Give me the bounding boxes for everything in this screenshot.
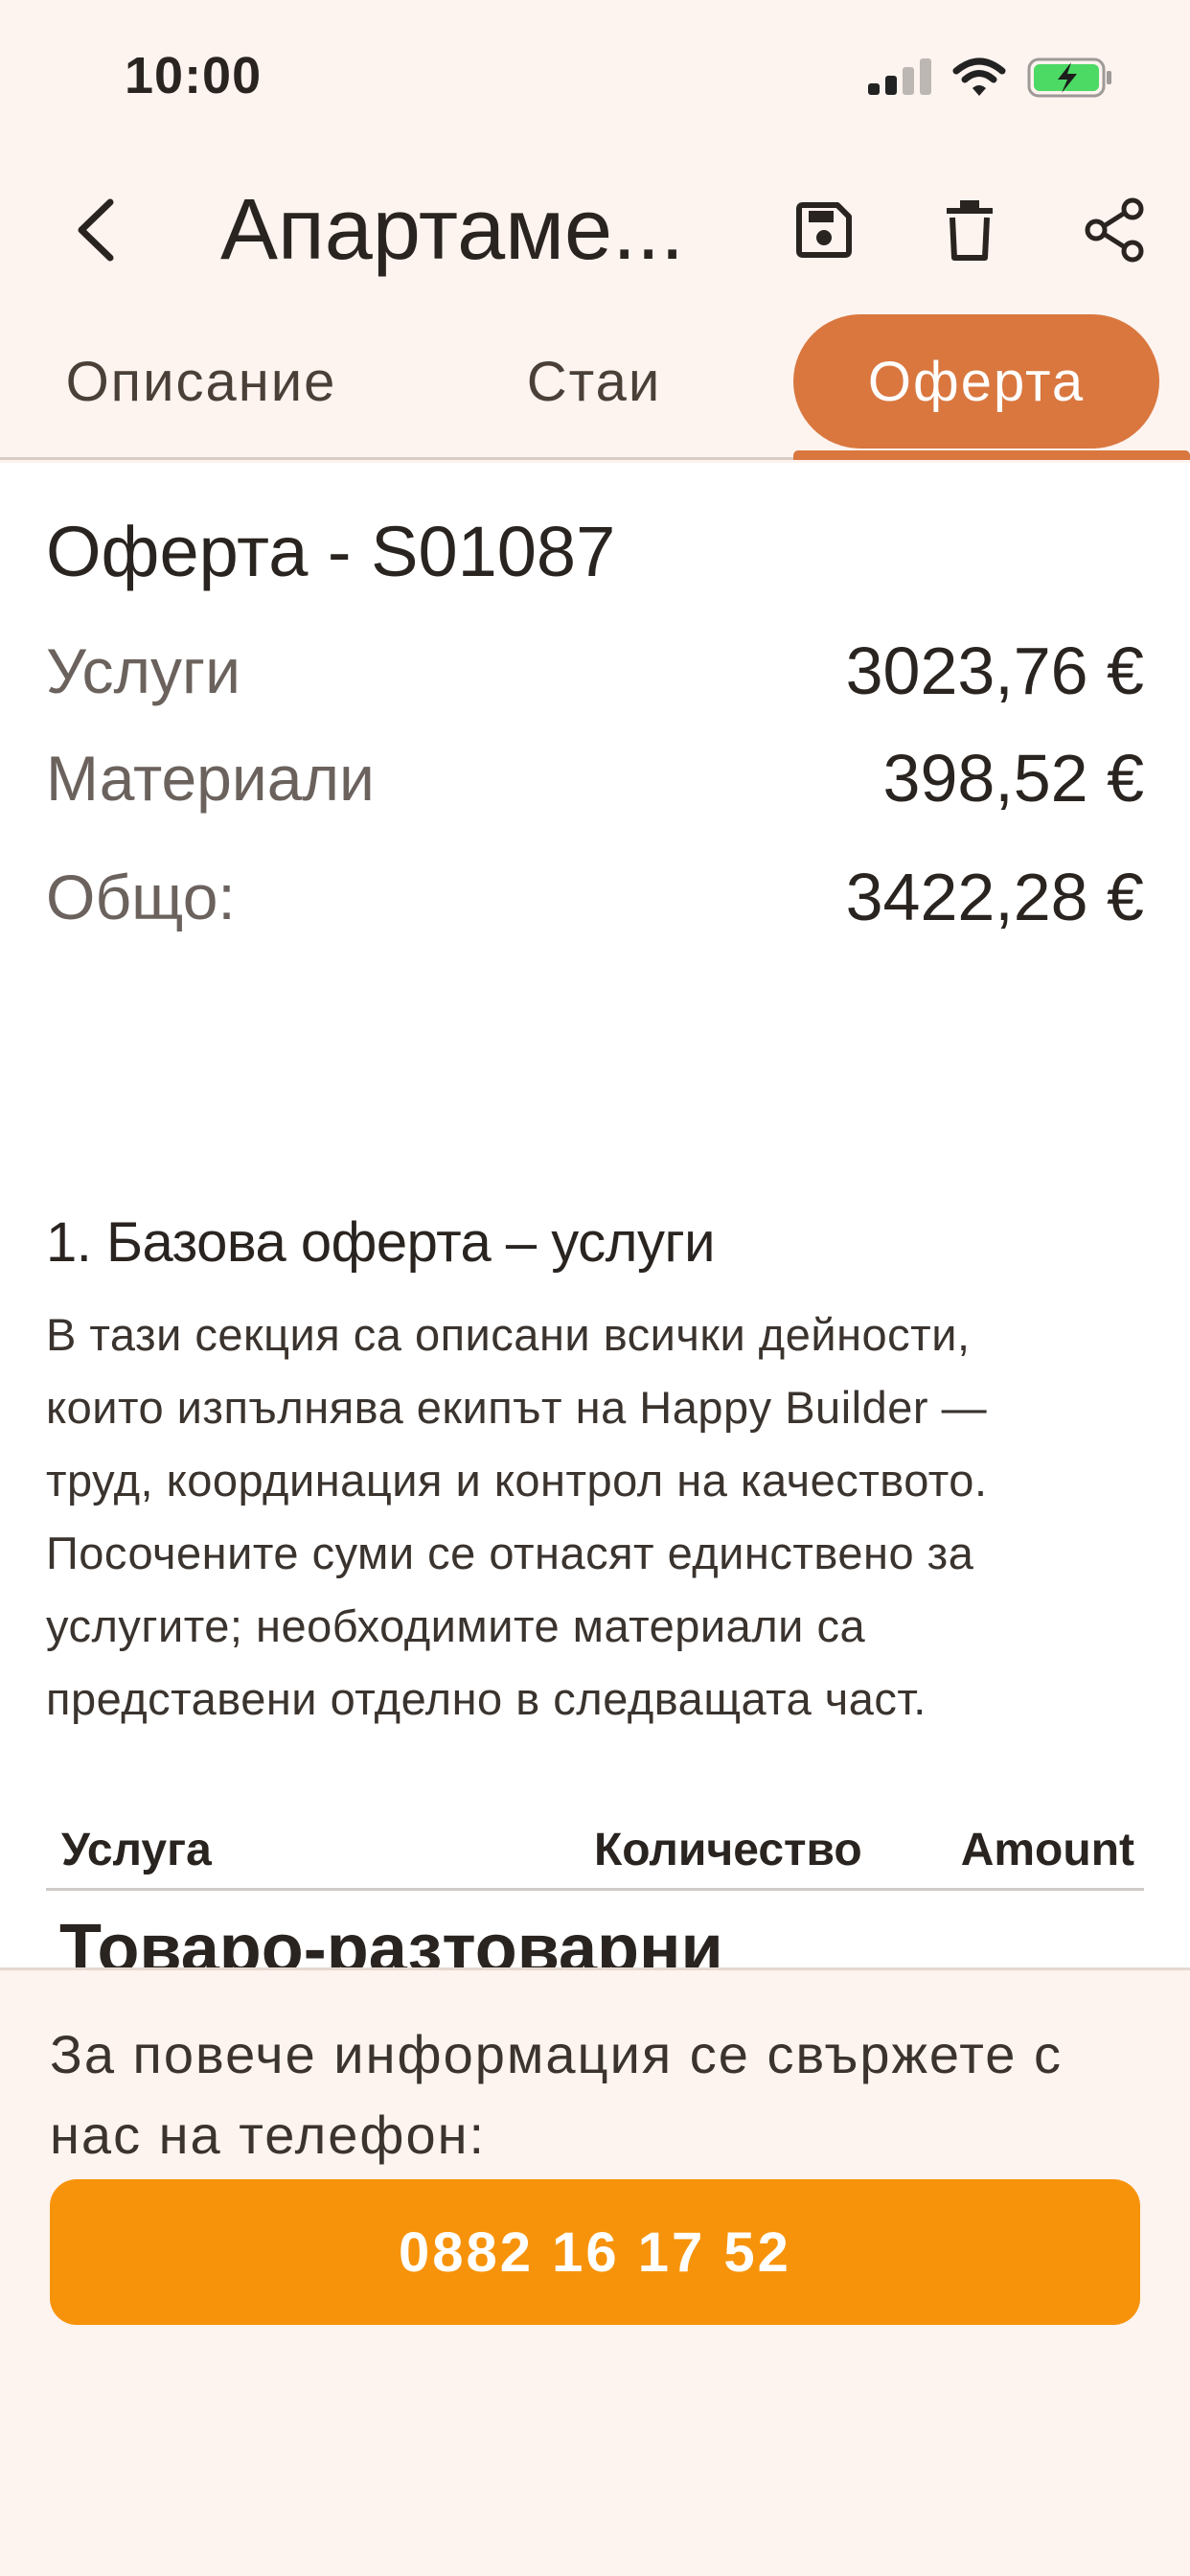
summary-value: 3023,76 € (845, 633, 1144, 708)
back-arrow-icon (78, 198, 114, 262)
summary-label: Общо: (46, 862, 236, 932)
save-button[interactable] (786, 192, 862, 268)
active-tab-indicator (793, 450, 1190, 460)
status-time: 10:00 (125, 47, 263, 104)
trash-icon (947, 200, 993, 261)
share-icon (1085, 197, 1144, 263)
share-button[interactable] (1077, 192, 1154, 268)
offer-content[interactable]: Оферта - S01087 Услуги 3023,76 € Материа… (0, 463, 1190, 1967)
tab-description[interactable]: Описание (19, 314, 383, 448)
column-header-amount: Amount (960, 1825, 1134, 1875)
summary-row-materials: Материали 398,52 € (46, 735, 1144, 821)
tab-rooms[interactable]: Стаи (412, 314, 776, 448)
contact-text: За повече информация се свържете с нас н… (50, 2014, 1152, 2175)
section-title: 1. Базова оферта – услуги (46, 1211, 716, 1274)
status-bar: 10:00 (0, 0, 1190, 153)
summary-value: 398,52 € (882, 741, 1144, 816)
wifi-icon (952, 58, 1006, 96)
summary-label: Материали (46, 743, 375, 814)
page-title: Апартаме... (220, 182, 685, 278)
battery-charging-icon (1027, 58, 1111, 98)
description-line: които изпълнява екипът на Happy Builder … (46, 1382, 988, 1433)
app-header: Апартаме... (0, 153, 1190, 307)
summary-value: 3422,28 € (845, 860, 1144, 934)
tab-bar: Описание Стаи Оферта (0, 309, 1190, 460)
summary-label: Услуги (46, 635, 240, 706)
status-icons (868, 54, 1113, 102)
back-button[interactable] (53, 187, 139, 273)
column-header-quantity: Количество (594, 1825, 862, 1875)
save-icon (796, 202, 852, 258)
description-line: В тази секция са описани всички дейности… (46, 1309, 971, 1360)
description-line: услугите; необходимите материали са (46, 1600, 866, 1651)
column-header-service: Услуга (61, 1825, 212, 1875)
contact-footer: За повече информация се свържете с нас н… (0, 1967, 1190, 2576)
contact-text-line: нас на телефон: (50, 2104, 487, 2165)
offer-title: Оферта - S01087 (46, 512, 616, 591)
table-row-label: Товаро-разтоварни (59, 1911, 723, 1967)
call-phone-button[interactable]: 0882 16 17 52 (50, 2179, 1140, 2325)
cellular-signal-icon (868, 58, 931, 95)
services-table-header: Услуга Количество Amount (46, 1805, 1144, 1891)
section-description: В тази секция са описани всички дейности… (46, 1299, 1157, 1736)
contact-text-line: За повече информация се свържете с (50, 2024, 1063, 2084)
description-line: представени отделно в следващата част. (46, 1673, 927, 1724)
delete-button[interactable] (931, 192, 1008, 268)
summary-row-total: Общо: 3422,28 € (46, 854, 1144, 940)
tab-offer[interactable]: Оферта (793, 314, 1159, 448)
description-line: Посочените суми се отнасят единствено за (46, 1528, 974, 1578)
description-line: труд, координация и контрол на качествот… (46, 1455, 988, 1506)
summary-row-services: Услуги 3023,76 € (46, 628, 1144, 714)
